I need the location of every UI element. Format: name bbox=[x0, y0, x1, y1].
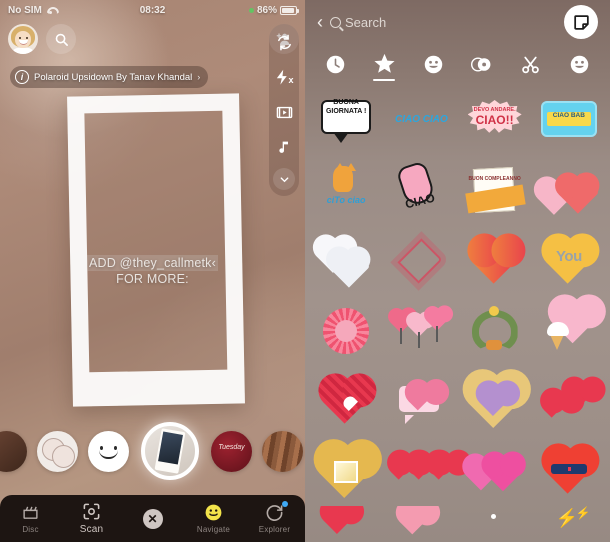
polaroid-frame bbox=[67, 93, 245, 407]
sticker-devo-andare-ciao[interactable]: DEVO ANDARE. CIAO!! bbox=[458, 86, 532, 156]
sticker-text: ciTo ciao bbox=[326, 195, 366, 205]
nav-label-disc: Disc bbox=[22, 525, 39, 534]
sticker-buon-compleanno[interactable]: BUON COMPLEANNO bbox=[458, 156, 532, 226]
spotlight-icon bbox=[21, 503, 40, 522]
caption-line-2: FOR MORE: bbox=[116, 272, 189, 286]
chevron-down-icon[interactable] bbox=[273, 168, 295, 190]
nav-label-navigate: Navigate bbox=[196, 525, 231, 534]
sticker-text: BUONA GIORNATA ! bbox=[325, 99, 367, 115]
explorer-badge bbox=[282, 501, 288, 507]
nav-item-explorer[interactable]: Explorer bbox=[244, 501, 305, 534]
sticker-text: CIAO!! bbox=[475, 113, 514, 127]
lens-thumb-faces[interactable] bbox=[37, 430, 78, 472]
close-icon[interactable]: ✕ bbox=[142, 508, 163, 529]
sticker-sparkle[interactable] bbox=[458, 506, 532, 542]
sticker-note-icon[interactable] bbox=[564, 5, 598, 39]
camera-top-controls bbox=[8, 24, 299, 54]
sticker-double-pink-hearts[interactable] bbox=[458, 436, 532, 506]
sticker-header: ‹ Search bbox=[305, 0, 610, 44]
sticker-small-hearts[interactable] bbox=[532, 366, 606, 436]
lens-title: Polaroid Upsidown By Tanav Khandal bbox=[34, 71, 193, 83]
sticker-checkered-heart[interactable] bbox=[309, 366, 383, 436]
bottom-nav: Disc Scan ✕ Navigate Explorer bbox=[0, 495, 305, 542]
lens-thumb-tuesday[interactable]: Tuesday bbox=[211, 430, 252, 472]
sticker-text: CIAO BAB bbox=[552, 112, 585, 119]
search-icon[interactable] bbox=[46, 24, 76, 54]
search-input[interactable]: Search bbox=[330, 15, 557, 30]
sticker-flower-heart[interactable] bbox=[309, 296, 383, 366]
flip-camera-icon[interactable] bbox=[270, 28, 298, 56]
explorer-icon bbox=[265, 501, 288, 522]
search-icon bbox=[330, 16, 341, 28]
smiley-icon bbox=[204, 503, 223, 522]
sticker-picker-pane: ‹ Search BUONA GIORNATA ! CIAO CIAO DEVO… bbox=[305, 0, 610, 542]
sticker-cat-ciao[interactable]: ciTo ciao bbox=[309, 156, 383, 226]
tab-faces[interactable] bbox=[555, 54, 604, 82]
sticker-ciao-ciao[interactable]: CIAO CIAO bbox=[383, 86, 457, 156]
app-screen: No SIM 08:32 86% x i Polaroid Upsidown B… bbox=[0, 0, 610, 542]
lens-thumb-polaroid[interactable] bbox=[141, 422, 199, 480]
battery-percent: 86% bbox=[256, 4, 277, 16]
nav-item-close[interactable]: ✕ bbox=[122, 508, 183, 529]
tab-bitmoji[interactable] bbox=[457, 54, 506, 82]
sticker-fire-heart[interactable] bbox=[458, 226, 532, 296]
info-icon: i bbox=[15, 70, 29, 84]
sticker-hand-ciao[interactable]: CIAO bbox=[383, 156, 457, 226]
sticker-heart-bubble[interactable] bbox=[383, 366, 457, 436]
lens-carousel[interactable]: Tuesday bbox=[0, 416, 305, 486]
sticker-heart-balloons[interactable] bbox=[383, 296, 457, 366]
back-chevron-icon[interactable]: ‹ bbox=[317, 13, 323, 31]
status-bar: No SIM 08:32 86% bbox=[0, 0, 305, 20]
lens-thumb-label: Tuesday bbox=[218, 443, 245, 451]
sticker-text: CIAO CIAO bbox=[394, 114, 448, 125]
tab-cutouts[interactable] bbox=[506, 54, 555, 82]
status-right: 86% bbox=[248, 4, 299, 16]
sticker-three-hearts[interactable] bbox=[383, 436, 457, 506]
lens-thumb-smiley[interactable] bbox=[88, 430, 129, 472]
sticker-tab-bar bbox=[305, 44, 610, 84]
caption-overlay: ADD @they_callmetk‹ FOR MORE: bbox=[0, 255, 305, 287]
camera-pane: No SIM 08:32 86% x i Polaroid Upsidown B… bbox=[0, 0, 305, 542]
timeline-icon[interactable] bbox=[270, 98, 298, 126]
sticker-grid: BUONA GIORNATA ! CIAO CIAO DEVO ANDARE. … bbox=[305, 84, 610, 542]
nav-label-explorer: Explorer bbox=[258, 525, 291, 534]
lens-thumb-wood[interactable] bbox=[262, 430, 303, 472]
sticker-sunglasses-heart[interactable] bbox=[532, 436, 606, 506]
sticker-cookie-heart[interactable] bbox=[458, 366, 532, 436]
chevron-right-icon: › bbox=[197, 72, 201, 82]
music-icon[interactable] bbox=[270, 133, 298, 161]
tab-favorites[interactable] bbox=[360, 52, 409, 81]
bitmoji-avatar[interactable] bbox=[8, 24, 38, 54]
search-placeholder: Search bbox=[345, 14, 387, 30]
sticker-outline-heart[interactable] bbox=[383, 226, 457, 296]
sticker-icecream-heart[interactable] bbox=[532, 296, 606, 366]
nav-item-disc[interactable]: Disc bbox=[0, 503, 61, 534]
sticker-ciao-badge[interactable]: CIAO BAB bbox=[532, 86, 606, 156]
sticker-white-hearts[interactable] bbox=[309, 226, 383, 296]
caption-line-1: ADD @they_callmetk‹ bbox=[87, 255, 218, 271]
lens-info-pill[interactable]: i Polaroid Upsidown By Tanav Khandal › bbox=[10, 66, 209, 88]
flash-off-icon[interactable]: x bbox=[270, 63, 298, 91]
sticker-floral-wreath[interactable] bbox=[458, 296, 532, 366]
nav-item-scan[interactable]: Scan bbox=[61, 502, 122, 535]
sticker-text: You bbox=[556, 248, 582, 265]
lens-thumb-dark[interactable] bbox=[0, 430, 27, 472]
nav-item-navigate[interactable]: Navigate bbox=[183, 503, 244, 534]
sticker-red-heart-small[interactable] bbox=[309, 506, 383, 542]
sticker-text: BUON COMPLEANNO bbox=[468, 176, 521, 182]
tab-emoji[interactable] bbox=[409, 54, 458, 82]
battery-icon bbox=[280, 5, 299, 15]
tab-recent[interactable] bbox=[311, 54, 360, 82]
sticker-blush-heart[interactable] bbox=[383, 506, 457, 542]
scan-icon bbox=[82, 502, 101, 521]
sticker-you-heart[interactable]: You bbox=[532, 226, 606, 296]
sticker-kawaii-hearts[interactable] bbox=[532, 156, 606, 226]
sticker-buona-giornata[interactable]: BUONA GIORNATA ! bbox=[309, 86, 383, 156]
nav-label-scan: Scan bbox=[79, 524, 104, 535]
battery-indicator-dot bbox=[248, 7, 254, 13]
sticker-lightning-heart[interactable]: ⚡ ⚡ bbox=[532, 506, 606, 542]
sticker-gold-frame-heart[interactable] bbox=[309, 436, 383, 506]
camera-tool-rail: x bbox=[269, 24, 299, 196]
